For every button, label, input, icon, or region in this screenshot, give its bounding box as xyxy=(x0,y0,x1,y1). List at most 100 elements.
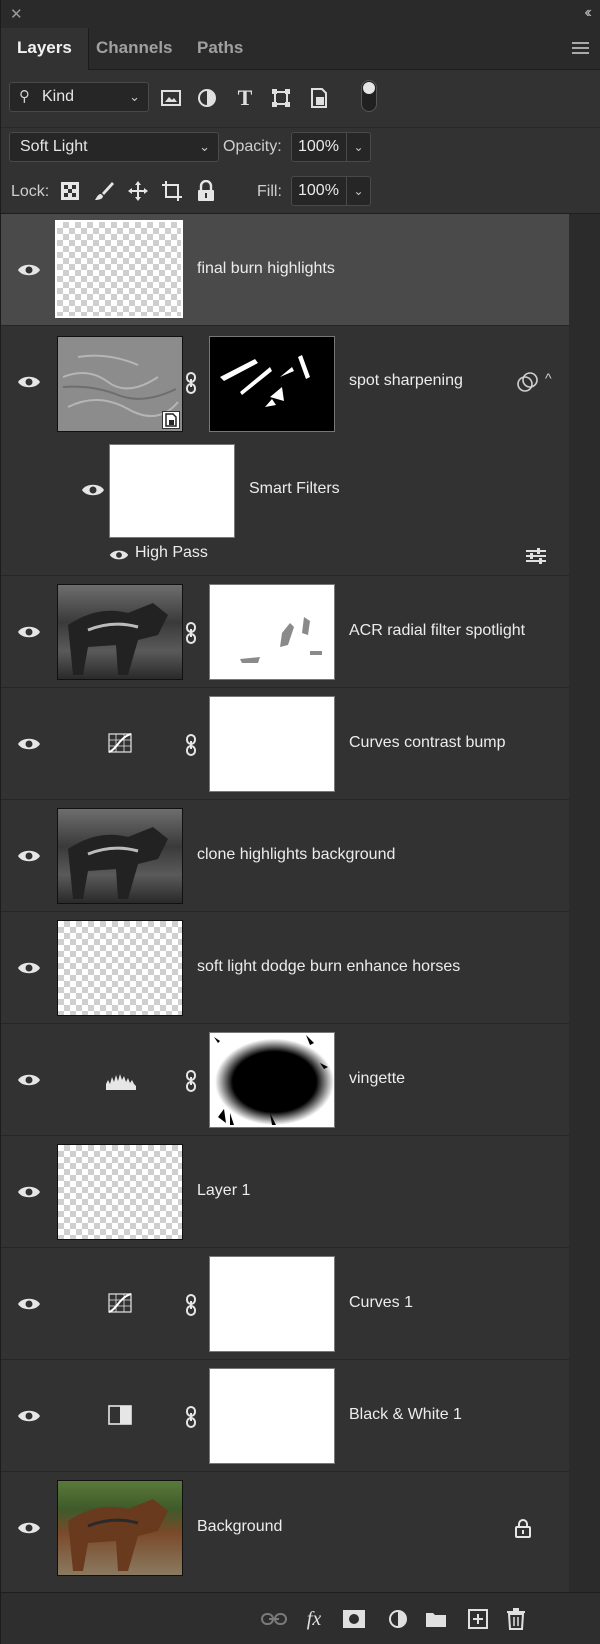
layer-row[interactable]: ACR radial filter spotlight xyxy=(1,576,569,688)
tab-paths[interactable]: Paths xyxy=(197,28,243,70)
collapse-icon[interactable]: ‹‹ xyxy=(584,4,591,22)
new-group-icon[interactable] xyxy=(423,1607,449,1631)
smart-filter-mask-thumbnail[interactable] xyxy=(109,444,235,538)
smart-filters-row[interactable]: Smart Filters High Pass xyxy=(1,440,569,576)
lock-transparent-pixels-icon[interactable] xyxy=(57,178,83,204)
tab-layers[interactable]: Layers xyxy=(1,28,89,70)
fx-icon[interactable]: fx xyxy=(301,1607,327,1631)
visibility-eye-icon[interactable] xyxy=(17,262,41,278)
layer-thumbnail[interactable] xyxy=(57,1480,183,1576)
layer-thumbnail[interactable] xyxy=(57,336,183,432)
layer-locked-icon[interactable] xyxy=(515,1518,531,1538)
smart-filter-options-icon[interactable] xyxy=(517,372,539,392)
filter-kind-select[interactable]: ⚲ Kind ⌄ xyxy=(9,82,149,112)
layer-name[interactable]: spot sharpening xyxy=(349,372,463,390)
blend-row: Soft Light ⌄ Opacity: 100% ⌄ xyxy=(1,128,600,174)
image-filter-icon[interactable] xyxy=(159,86,183,110)
adjustment-filter-icon[interactable] xyxy=(195,86,219,110)
mask-link-icon[interactable] xyxy=(185,1294,197,1316)
fill-input[interactable]: 100% xyxy=(291,176,347,206)
layer-thumbnail[interactable] xyxy=(57,1144,183,1240)
filter-kind-label: Kind xyxy=(42,88,75,105)
lock-artboard-icon[interactable] xyxy=(159,178,185,204)
visibility-eye-icon[interactable] xyxy=(17,1184,41,1200)
visibility-eye-icon[interactable] xyxy=(17,736,41,752)
mask-link-icon[interactable] xyxy=(185,372,197,394)
blend-mode-select[interactable]: Soft Light ⌄ xyxy=(9,132,219,162)
shape-filter-icon[interactable] xyxy=(269,86,293,110)
layer-row[interactable]: Curves contrast bump xyxy=(1,688,569,800)
layer-row[interactable]: vingette xyxy=(1,1024,569,1136)
curves-adjustment-icon[interactable] xyxy=(107,732,133,754)
smart-object-filter-icon[interactable] xyxy=(307,86,331,110)
black-white-adjustment-icon[interactable] xyxy=(107,1404,133,1426)
layer-row[interactable]: final burn highlights xyxy=(1,214,569,326)
visibility-eye-icon[interactable] xyxy=(17,624,41,640)
add-mask-icon[interactable] xyxy=(341,1607,367,1631)
layer-row[interactable]: Background xyxy=(1,1472,569,1584)
layer-mask-thumbnail[interactable] xyxy=(209,1368,335,1464)
opacity-input[interactable]: 100% xyxy=(291,132,347,162)
visibility-eye-icon[interactable] xyxy=(17,848,41,864)
visibility-eye-icon[interactable] xyxy=(81,482,105,498)
mask-link-icon[interactable] xyxy=(185,734,197,756)
blend-mode-value: Soft Light xyxy=(20,138,88,155)
levels-adjustment-icon[interactable] xyxy=(105,1070,137,1092)
layer-thumbnail[interactable] xyxy=(57,584,183,680)
layer-row[interactable]: Black & White 1 xyxy=(1,1360,569,1472)
collapse-effects-icon[interactable]: ^ xyxy=(545,370,552,386)
lock-image-pixels-icon[interactable] xyxy=(91,178,117,204)
visibility-eye-icon[interactable] xyxy=(17,960,41,976)
lock-row: Lock: Fill: 100% ⌄ xyxy=(1,172,600,214)
filter-toggle[interactable] xyxy=(361,80,377,112)
layer-thumbnail[interactable] xyxy=(57,920,183,1016)
layer-name[interactable]: Layer 1 xyxy=(197,1182,250,1200)
filter-name[interactable]: High Pass xyxy=(135,544,208,562)
layer-mask-thumbnail[interactable] xyxy=(209,1032,335,1128)
new-layer-icon[interactable] xyxy=(465,1607,491,1631)
layer-name[interactable]: vingette xyxy=(349,1070,405,1088)
layer-mask-thumbnail[interactable] xyxy=(209,584,335,680)
panel-menu-icon[interactable] xyxy=(572,42,589,57)
curves-adjustment-icon[interactable] xyxy=(107,1292,133,1314)
layer-name[interactable]: ACR radial filter spotlight xyxy=(349,622,525,640)
layer-name[interactable]: final burn highlights xyxy=(197,260,335,278)
close-icon[interactable]: ✕ xyxy=(10,5,23,23)
layer-name[interactable]: Black & White 1 xyxy=(349,1406,462,1424)
layer-row[interactable]: soft light dodge burn enhance horses xyxy=(1,912,569,1024)
fill-dropdown-icon[interactable]: ⌄ xyxy=(347,176,371,206)
tab-channels[interactable]: Channels xyxy=(96,28,173,70)
visibility-eye-icon[interactable] xyxy=(17,1296,41,1312)
link-layers-icon[interactable] xyxy=(261,1607,287,1631)
layer-mask-thumbnail[interactable] xyxy=(209,1256,335,1352)
visibility-eye-icon[interactable] xyxy=(17,1520,41,1536)
filter-blending-options-icon[interactable] xyxy=(525,548,547,564)
visibility-eye-icon[interactable] xyxy=(17,374,41,390)
layer-name[interactable]: Curves contrast bump xyxy=(349,734,506,752)
layer-name[interactable]: soft light dodge burn enhance horses xyxy=(197,958,460,976)
new-adjustment-icon[interactable] xyxy=(385,1607,411,1631)
layer-row[interactable]: Layer 1 xyxy=(1,1136,569,1248)
mask-link-icon[interactable] xyxy=(185,622,197,644)
lock-position-icon[interactable] xyxy=(125,178,151,204)
type-filter-icon[interactable]: T xyxy=(233,85,257,110)
layer-row[interactable]: Curves 1 xyxy=(1,1248,569,1360)
visibility-eye-icon[interactable] xyxy=(17,1408,41,1424)
layer-name[interactable]: clone highlights background xyxy=(197,846,395,864)
layer-thumbnail[interactable] xyxy=(57,808,183,904)
lock-all-icon[interactable] xyxy=(193,178,219,204)
layer-name[interactable]: Curves 1 xyxy=(349,1294,413,1312)
layer-row[interactable]: spot sharpening ^ xyxy=(1,326,569,440)
visibility-eye-icon[interactable] xyxy=(17,1072,41,1088)
layer-mask-thumbnail[interactable] xyxy=(209,696,335,792)
layers-scrollbar[interactable] xyxy=(568,214,600,1592)
delete-layer-icon[interactable] xyxy=(503,1607,529,1631)
layer-name[interactable]: Background xyxy=(197,1518,282,1536)
opacity-dropdown-icon[interactable]: ⌄ xyxy=(347,132,371,162)
layer-thumbnail[interactable] xyxy=(55,220,183,318)
mask-link-icon[interactable] xyxy=(185,1070,197,1092)
layer-mask-thumbnail[interactable] xyxy=(209,336,335,432)
visibility-eye-icon[interactable] xyxy=(109,548,129,562)
mask-link-icon[interactable] xyxy=(185,1406,197,1428)
layer-row[interactable]: clone highlights background xyxy=(1,800,569,912)
